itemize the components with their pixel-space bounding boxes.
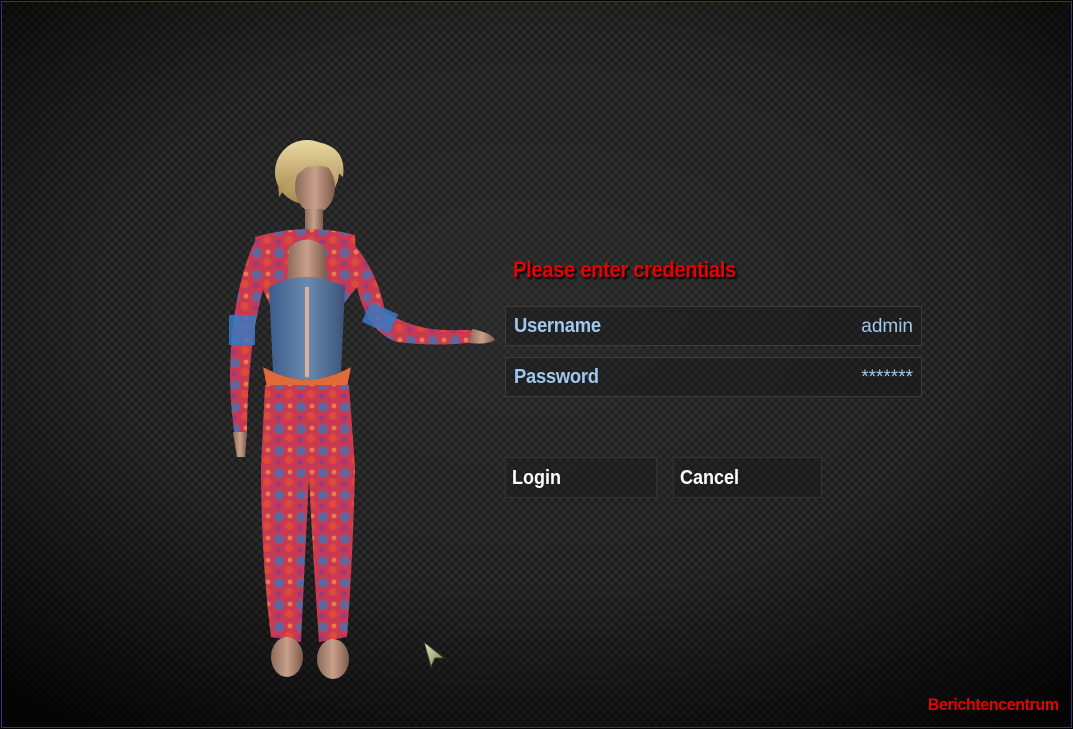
message-center-link[interactable]: Berichtencentrum <box>928 695 1059 715</box>
cancel-button[interactable]: Cancel <box>673 457 822 498</box>
credentials-title: Please enter credentials <box>513 257 736 282</box>
username-field[interactable]: Username admin <box>505 306 922 346</box>
password-label: Password <box>514 366 599 388</box>
female-avatar-figure <box>229 140 495 679</box>
username-label: Username <box>514 315 601 337</box>
mouse-pointer-icon <box>423 640 446 669</box>
password-value[interactable]: ******* <box>861 367 913 389</box>
login-screen: Please enter credentials Username admin … <box>1 1 1072 728</box>
password-field[interactable]: Password ******* <box>505 357 922 397</box>
username-value[interactable]: admin <box>861 316 913 338</box>
cancel-button-label: Cancel <box>680 467 740 489</box>
login-button[interactable]: Login <box>505 457 657 498</box>
login-button-label: Login <box>512 467 561 489</box>
